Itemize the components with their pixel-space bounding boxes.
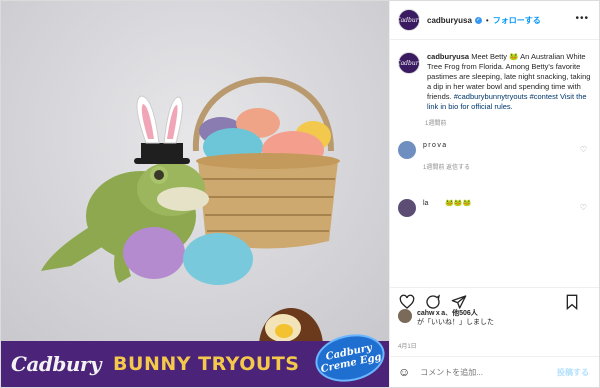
verified-icon: ✓ (474, 16, 482, 24)
promo-title: BUNNY TRYOUTS (113, 353, 300, 375)
emoji-icon[interactable]: ☺ (398, 365, 410, 379)
comment-composer: ☺ 投稿する (390, 356, 599, 387)
post-image[interactable]: Cadbury BUNNY TRYOUTS Cadbury Creme Egg (1, 1, 389, 387)
comment-text-2 (423, 151, 573, 161)
caption: Cadbury cadburyusa Meet Betty 🐸 An Austr… (390, 40, 599, 112)
comment-text: la 🐸🐸🐸 (423, 200, 472, 207)
comment-body: la 🐸🐸🐸 (423, 199, 573, 217)
comment-like-icon[interactable]: ♡ (580, 203, 587, 212)
comment-like-icon[interactable]: ♡ (580, 145, 587, 154)
post-sidebar: Cadbury cadburyusa ✓ • フォローする ••• Cadbur… (389, 1, 599, 387)
caption-avatar-text: Cadbury (396, 59, 422, 67)
account-username[interactable]: cadburyusa (427, 16, 472, 25)
caption-time: 1週間前 (425, 121, 447, 127)
comment: p r o v a 1週間前 返信する ♡ (390, 141, 599, 173)
avatar-text: Cadbury (396, 16, 422, 24)
egg-blue-front (183, 233, 253, 285)
likes-text: cahw x a、他506人 が「いいね！」しました (417, 310, 494, 326)
caption-text: cadburyusa Meet Betty 🐸 An Australian Wh… (427, 52, 591, 112)
bookmark-icon[interactable] (563, 294, 581, 310)
post-photo (1, 1, 389, 387)
instagram-post: Cadbury BUNNY TRYOUTS Cadbury Creme Egg … (0, 0, 600, 388)
caption-avatar[interactable]: Cadbury (396, 52, 422, 74)
post-date: 4月1日 (398, 344, 417, 350)
liker-username[interactable]: cahw x a (417, 310, 445, 317)
comment-meta[interactable]: 1週間前 返信する (423, 163, 573, 173)
liker-avatar[interactable] (398, 309, 412, 323)
comment-input[interactable] (418, 366, 553, 378)
likes-summary: cahw x a、他506人 が「いいね！」しました (398, 309, 494, 327)
comment-icon[interactable] (424, 294, 442, 310)
more-options-icon[interactable]: ••• (575, 13, 589, 24)
cadbury-logo: Cadbury (11, 352, 102, 376)
egg-purple-front (123, 227, 185, 279)
creme-egg-label: Cadbury Creme Egg (319, 342, 383, 376)
commenter-avatar[interactable] (398, 199, 416, 217)
caption-username[interactable]: cadburyusa (427, 52, 469, 61)
post-comment-button[interactable]: 投稿する (557, 367, 589, 378)
commenter-avatar[interactable] (398, 141, 416, 159)
like-heart-icon[interactable] (398, 294, 416, 310)
share-icon[interactable] (450, 294, 468, 310)
follow-button[interactable]: フォローする (493, 15, 541, 26)
comment-text: p r o v a (423, 142, 468, 149)
separator-dot: • (485, 15, 489, 25)
account-avatar[interactable]: Cadbury (396, 9, 422, 31)
likes-caption: が「いいね！」しました (417, 319, 494, 326)
comment-body: p r o v a 1週間前 返信する (423, 141, 573, 173)
likes-count[interactable]: 他506人 (452, 310, 478, 317)
comment: la 🐸🐸🐸 ♡ (390, 199, 599, 217)
post-header: Cadbury cadburyusa ✓ • フォローする ••• (390, 1, 599, 40)
